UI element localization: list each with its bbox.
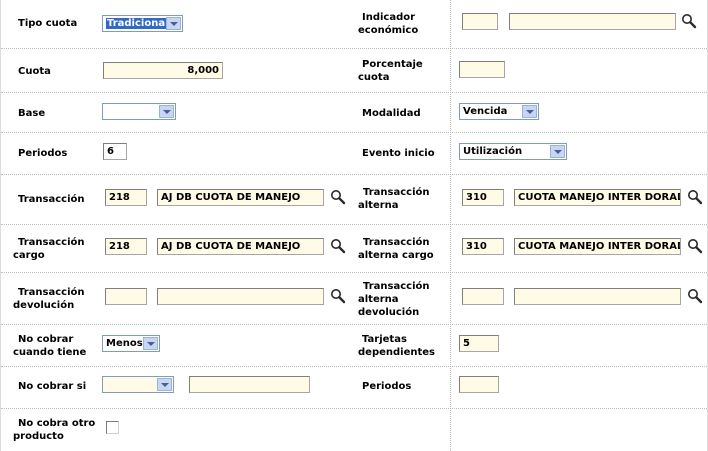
no-cobra-otro-label-line2: producto [13,431,64,442]
tarjetas-label-line1: Tarjetas [362,334,407,345]
no-cobrar-si-select[interactable] [102,376,174,393]
transaccion-alterna-code-field[interactable]: 310 [462,189,504,206]
no-cobrar-si-text-field[interactable] [189,376,310,393]
periodos2-field[interactable] [459,376,499,393]
modalidad-value: Vencida [463,106,508,117]
base-select[interactable] [102,103,176,120]
transaccion-desc-field[interactable]: AJ DB CUOTA DE MANEJO [157,189,324,206]
transaccion-alterna-cargo-code-field[interactable]: 310 [462,238,504,255]
row-tipo-cuota: Tipo cuota Tradicional Indicador económi… [1,0,707,49]
tarjetas-field[interactable]: 5 [459,335,499,352]
transaccion-cargo-label-line1: Transacción [18,237,85,248]
transaccion-devolucion-label-line1: Transacción [18,287,85,298]
evento-inicio-select[interactable]: Utilización [459,143,567,160]
row-transaccion-devolucion: Transacción devolución Transacción alter… [1,272,707,325]
periodos2-label: Periodos [362,381,412,392]
transaccion-alterna-label-line1: Transacción [363,187,430,198]
row-no-cobra-otro: No cobra otro producto [1,408,707,451]
porcentaje-field[interactable] [459,61,505,78]
row-cuota: Cuota 8,000 Porcentaje cuota [1,48,707,93]
magnifier-icon[interactable] [681,13,697,29]
evento-inicio-label: Evento inicio [362,148,435,159]
row-transaccion-cargo: Transacción cargo 218 AJ DB CUOTA DE MAN… [1,224,707,273]
transaccion-label: Transacción [18,194,85,205]
transaccion-alterna-devolucion-label-line2: alterna [358,294,399,305]
no-cobra-otro-label-line1: No cobra otro [18,418,96,429]
chevron-down-icon[interactable] [550,145,565,158]
evento-inicio-value: Utilización [463,146,523,157]
transaccion-cargo-label-line2: cargo [13,250,45,261]
periodos-label: Periodos [18,148,68,159]
magnifier-icon[interactable] [330,189,346,205]
chevron-down-icon[interactable] [143,337,158,350]
cuota-form: Tipo cuota Tradicional Indicador económi… [0,0,708,451]
cuota-field[interactable]: 8,000 [103,62,223,79]
transaccion-devolucion-code-field[interactable] [105,288,147,305]
chevron-down-icon[interactable] [166,17,181,30]
row-periodos: Periodos 6 Evento inicio Utilización [1,132,707,175]
transaccion-code-field[interactable]: 218 [105,189,147,206]
cuota-label: Cuota [18,66,51,77]
modalidad-select[interactable]: Vencida [459,103,539,120]
tipo-cuota-label: Tipo cuota [18,18,78,29]
porcentaje-label-line2: cuota [358,72,390,83]
transaccion-cargo-code-field[interactable]: 218 [105,238,147,255]
transaccion-alterna-cargo-label-line2: alterna cargo [358,250,434,261]
transaccion-alterna-cargo-label-line1: Transacción [363,237,430,248]
row-transaccion: Transacción 218 AJ DB CUOTA DE MANEJO Tr… [1,174,707,225]
transaccion-alterna-devolucion-label-line1: Transacción [363,281,430,292]
transaccion-alterna-devolucion-code-field[interactable] [462,288,504,305]
base-label: Base [18,108,46,119]
indicador-code-field[interactable] [462,13,498,30]
magnifier-icon[interactable] [687,238,703,254]
transaccion-devolucion-desc-field[interactable] [157,288,324,305]
indicador-label-line2: económico [358,25,419,36]
no-cobrar-si-label: No cobrar si [18,381,87,392]
tarjetas-label-line2: dependientes [358,347,436,358]
row-no-cobrar-tiene: No cobrar cuando tiene Menos Tarjetas de… [1,324,707,367]
row-base: Base Modalidad Vencida [1,92,707,133]
tipo-cuota-select[interactable]: Tradicional [102,15,183,32]
porcentaje-label-line1: Porcentaje [362,59,423,70]
transaccion-devolucion-label-line2: devolución [13,300,75,311]
modalidad-label: Modalidad [362,108,421,119]
magnifier-icon[interactable] [687,189,703,205]
indicador-label-line1: Indicador [362,12,416,23]
magnifier-icon[interactable] [330,238,346,254]
no-cobrar-tiene-label-line2: cuando tiene [13,347,87,358]
no-cobrar-tiene-value: Menos [106,338,143,349]
magnifier-icon[interactable] [687,288,703,304]
no-cobra-otro-checkbox[interactable] [106,421,119,434]
indicador-desc-field[interactable] [509,13,676,30]
chevron-down-icon[interactable] [522,105,537,118]
magnifier-icon[interactable] [330,288,346,304]
row-no-cobrar-si: No cobrar si Periodos [1,366,707,409]
transaccion-alterna-desc-field[interactable]: CUOTA MANEJO INTER DORADA [514,189,681,206]
no-cobrar-tiene-select[interactable]: Menos [102,335,160,352]
chevron-down-icon[interactable] [157,378,172,391]
tipo-cuota-value: Tradicional [106,18,170,29]
chevron-down-icon[interactable] [159,105,174,118]
transaccion-alterna-devolucion-desc-field[interactable] [514,288,681,305]
periodos-field[interactable]: 6 [103,143,127,160]
transaccion-cargo-desc-field[interactable]: AJ DB CUOTA DE MANEJO [157,238,324,255]
transaccion-alterna-label-line2: alterna [358,200,399,211]
transaccion-alterna-devolucion-label-line3: devolución [358,307,420,318]
no-cobrar-tiene-label-line1: No cobrar [18,334,74,345]
transaccion-alterna-cargo-desc-field[interactable]: CUOTA MANEJO INTER DORADA [514,238,681,255]
